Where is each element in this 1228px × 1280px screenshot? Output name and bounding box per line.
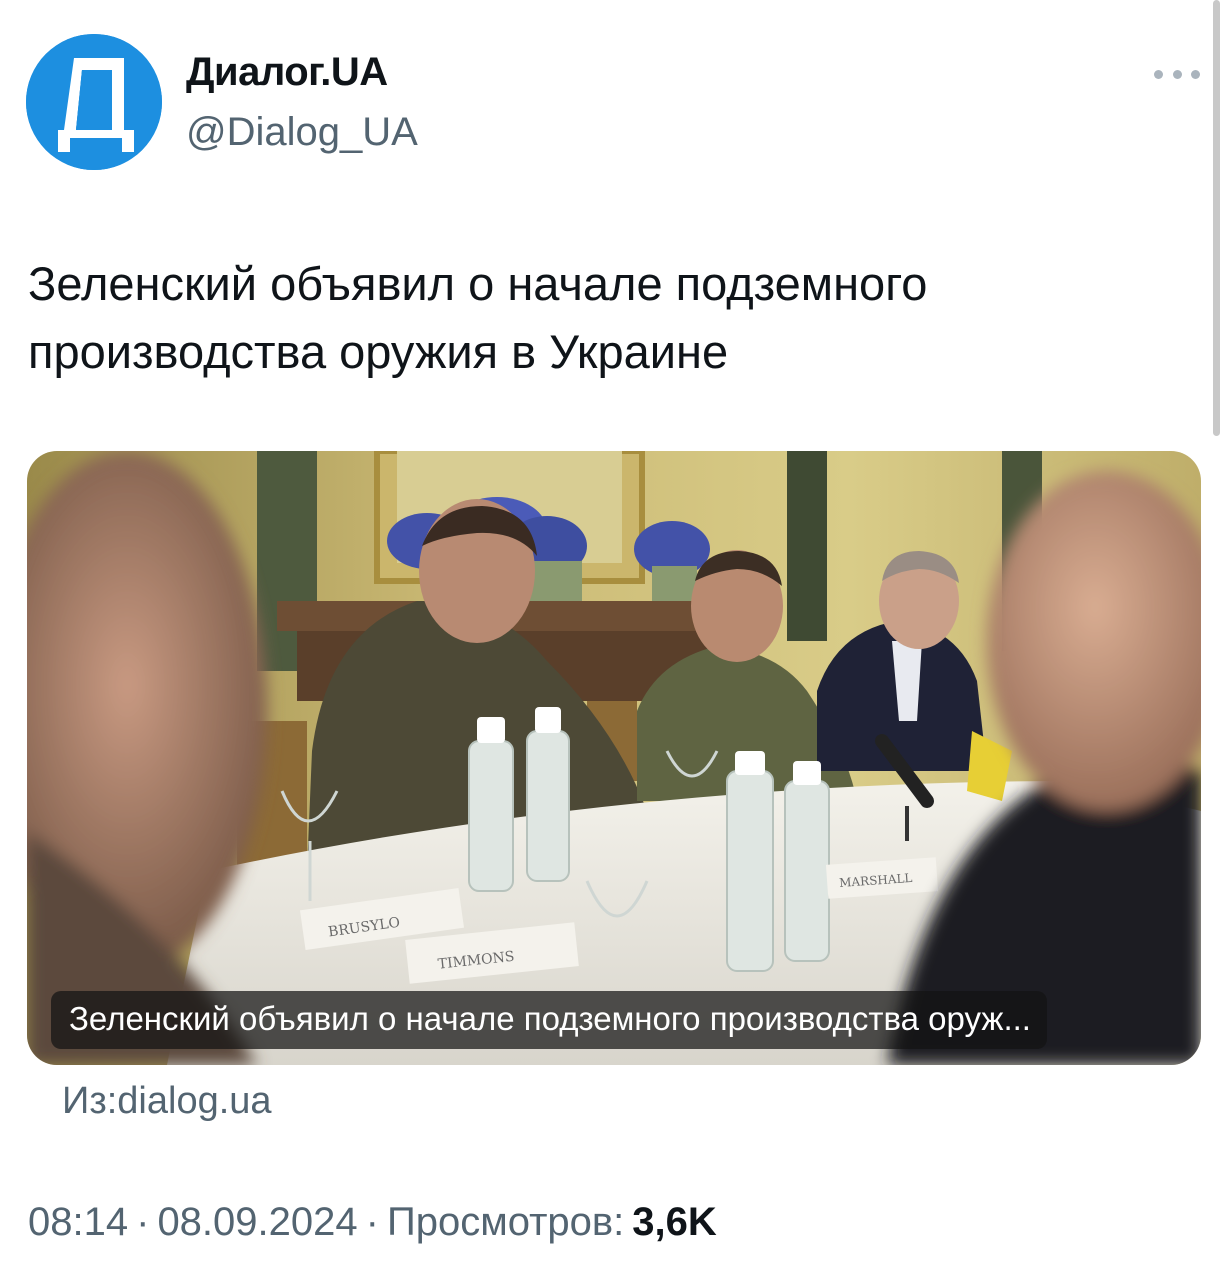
tweet-date[interactable]: 08.09.2024 (157, 1200, 357, 1244)
separator: · (365, 1200, 379, 1244)
display-name[interactable]: Диалог.UA (186, 52, 388, 92)
link-card[interactable]: BRUSYLO TIMMONS MARSHALL Зеленский объяв… (27, 451, 1201, 1065)
avatar[interactable] (26, 34, 162, 170)
dot (1191, 69, 1200, 79)
avatar-logo-icon (26, 34, 162, 170)
dot (1154, 69, 1163, 79)
views-label: Просмотров: (386, 1200, 625, 1244)
card-source-link[interactable]: Из:dialog.ua (62, 1082, 272, 1120)
views-count: 3,6K (632, 1200, 717, 1244)
card-caption: Зеленский объявил о начале подземного пр… (51, 991, 1047, 1049)
tweet-meta: 08:14 · 08.09.2024 · Просмотров: 3,6K (28, 1202, 717, 1242)
user-handle[interactable]: @Dialog_UA (186, 112, 418, 152)
article-photo: BRUSYLO TIMMONS MARSHALL (27, 451, 1201, 1065)
tweet-text: Зеленский объявил о начале подземного пр… (28, 257, 928, 378)
tweet-time[interactable]: 08:14 (28, 1200, 128, 1244)
scrollbar[interactable] (1213, 0, 1220, 436)
dot (1172, 69, 1182, 79)
separator: · (136, 1200, 150, 1244)
more-horizontal-icon[interactable] (1154, 64, 1200, 84)
